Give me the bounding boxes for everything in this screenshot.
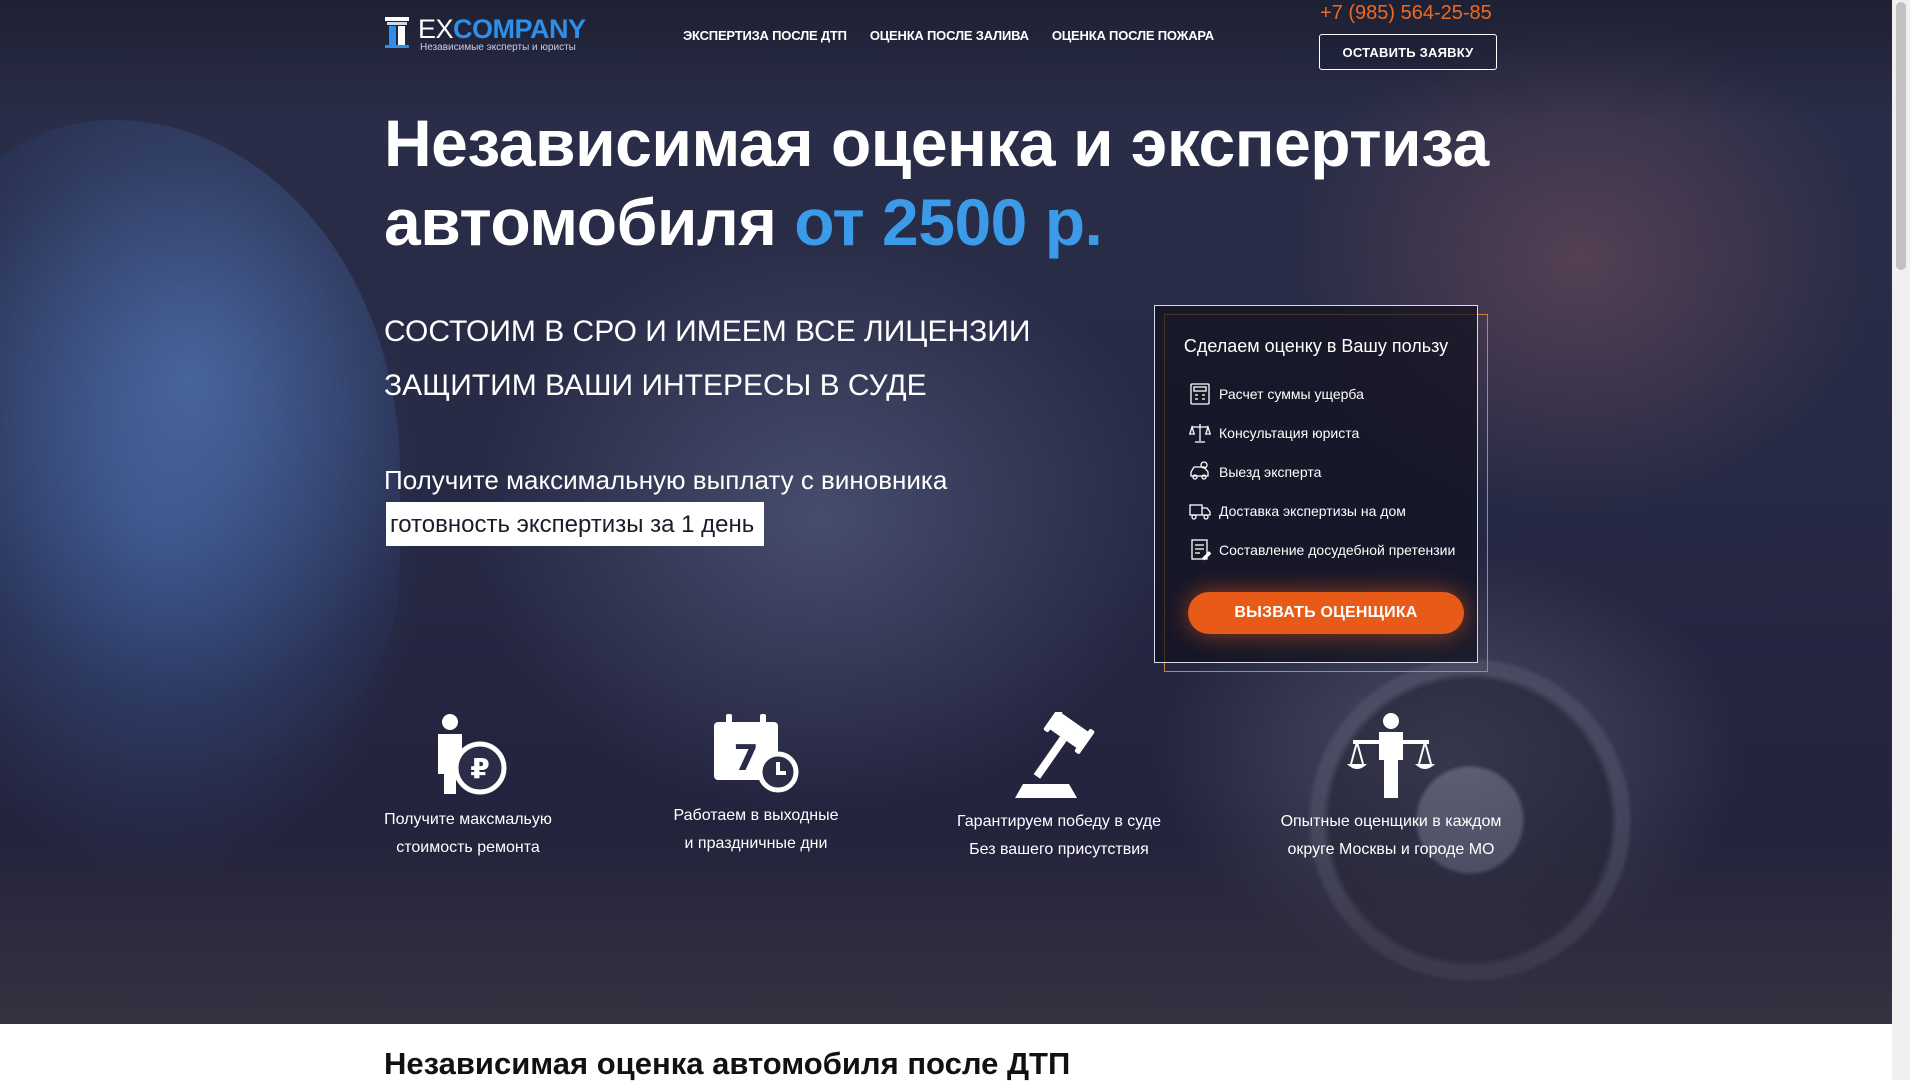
truck-icon — [1189, 503, 1211, 520]
headline-line2: автомобиля — [384, 185, 777, 259]
offer-item-label: Доставка экспертизы на дом — [1219, 502, 1406, 519]
headline-line1: Независимая оценка и экспертиза — [384, 106, 1489, 180]
feature-court: Гарантируем победу в суде Без вашего при… — [950, 712, 1168, 864]
logo-mark-icon — [385, 17, 409, 48]
feature-line1: Работаем в выходные — [673, 807, 839, 824]
headline-price: от 2500 р. — [794, 185, 1103, 259]
feature-line2: округе Москвы и городе МО — [1287, 841, 1495, 858]
offer-item-label: Выезд эксперта — [1219, 463, 1322, 480]
main-nav: ЭКСПЕРТИЗА ПОСЛЕ ДТП ОЦЕНКА ПОСЛЕ ЗАЛИВА… — [683, 28, 1237, 43]
feature-weekends: 7 Работаем в выходные и праздничные дни — [668, 712, 844, 858]
header-phone[interactable]: +7 (985) 564-25-85 — [1320, 0, 1492, 26]
calendar-number: 7 — [733, 738, 758, 779]
company-logo[interactable]: EXCOMPANY Независимые эксперты и юристы — [384, 14, 594, 54]
logo-tagline: Независимые эксперты и юристы — [420, 42, 576, 53]
gavel-icon — [1015, 712, 1095, 798]
svg-text:₽: ₽ — [470, 752, 489, 785]
offer-item: Составление досудебной претензии — [1189, 530, 1479, 569]
offer-card: Сделаем оценку в Вашу пользу Расчет сумм… — [1154, 305, 1478, 663]
logo-name-part2: COMPANY — [453, 14, 586, 44]
feature-line2: стоимость ремонта — [396, 839, 540, 856]
offer-item: Доставка экспертизы на дом — [1189, 491, 1479, 530]
expert-scales-icon — [1347, 713, 1435, 798]
feature-line2: и праздничные дни — [684, 835, 828, 852]
hero-sro-line: СОСТОИМ В СРО И ИМЕЕМ ВСЕ ЛИЦЕНЗИИ — [384, 315, 1031, 348]
hero-top-shade — [0, 0, 1892, 120]
hero-headline: Независимая оценка и экспертиза автомоби… — [384, 104, 1534, 262]
feature-line2: Без вашего присутствия — [969, 841, 1149, 858]
offer-item: Расчет суммы ущерба — [1189, 374, 1479, 413]
car-icon — [1190, 460, 1209, 480]
scales-icon — [1189, 423, 1211, 443]
offer-item-label: Составление досудебной претензии — [1219, 541, 1456, 558]
calculator-icon — [1190, 382, 1210, 405]
hero-payout-line: Получите максимальную выплату с виновник… — [384, 465, 948, 495]
feature-line1: Гарантируем победу в суде — [957, 813, 1161, 830]
feature-experts: Опытные оценщики в каждом округе Москвы … — [1274, 712, 1508, 864]
feature-line1: Опытные оценщики в каждом — [1280, 813, 1502, 830]
section-title: Независимая оценка автомобиля после ДТП — [384, 1046, 1071, 1081]
offer-item-label: Консультация юриста — [1219, 424, 1360, 441]
offer-item: Выезд эксперта — [1189, 452, 1479, 491]
feature-line1: Получите максмальую — [384, 811, 552, 828]
logo-name-part1: EX — [418, 14, 454, 44]
hero-ready-badge: готовность экспертизы за 1 день — [386, 502, 765, 546]
nav-item-flood[interactable]: ОЦЕНКА ПОСЛЕ ЗАЛИВА — [870, 28, 1029, 43]
offer-card-title: Сделаем оценку в Вашу пользу — [1183, 336, 1449, 356]
hero-background-car — [0, 120, 400, 760]
ruble-person-icon: ₽ — [438, 714, 507, 795]
call-appraiser-button[interactable]: ВЫЗВАТЬ ОЦЕНЩИКА — [1188, 592, 1464, 634]
page-scrollbar[interactable] — [1892, 0, 1910, 1080]
offer-list: Расчет суммы ущерба Консультация юриста … — [1189, 374, 1479, 569]
offer-item: Консультация юриста — [1189, 413, 1479, 452]
scrollbar-thumb[interactable] — [1896, 2, 1906, 270]
nav-item-dtp[interactable]: ЭКСПЕРТИЗА ПОСЛЕ ДТП — [683, 28, 847, 43]
feature-max-cost: ₽ Получите максмальую стоимость ремонта — [384, 712, 552, 862]
logo-name: EXCOMPANY — [418, 14, 586, 44]
hero-court-line: ЗАЩИТИМ ВАШИ ИНТЕРЕСЫ В СУДЕ — [384, 369, 927, 402]
nav-item-fire[interactable]: ОЦЕНКА ПОСЛЕ ПОЖАРА — [1052, 28, 1214, 43]
calendar-clock-icon: 7 — [714, 714, 799, 793]
document-icon — [1191, 538, 1211, 560]
hero-background-ground — [0, 844, 1892, 1024]
offer-item-label: Расчет суммы ущерба — [1219, 385, 1364, 402]
leave-request-button[interactable]: ОСТАВИТЬ ЗАЯВКУ — [1319, 34, 1497, 70]
